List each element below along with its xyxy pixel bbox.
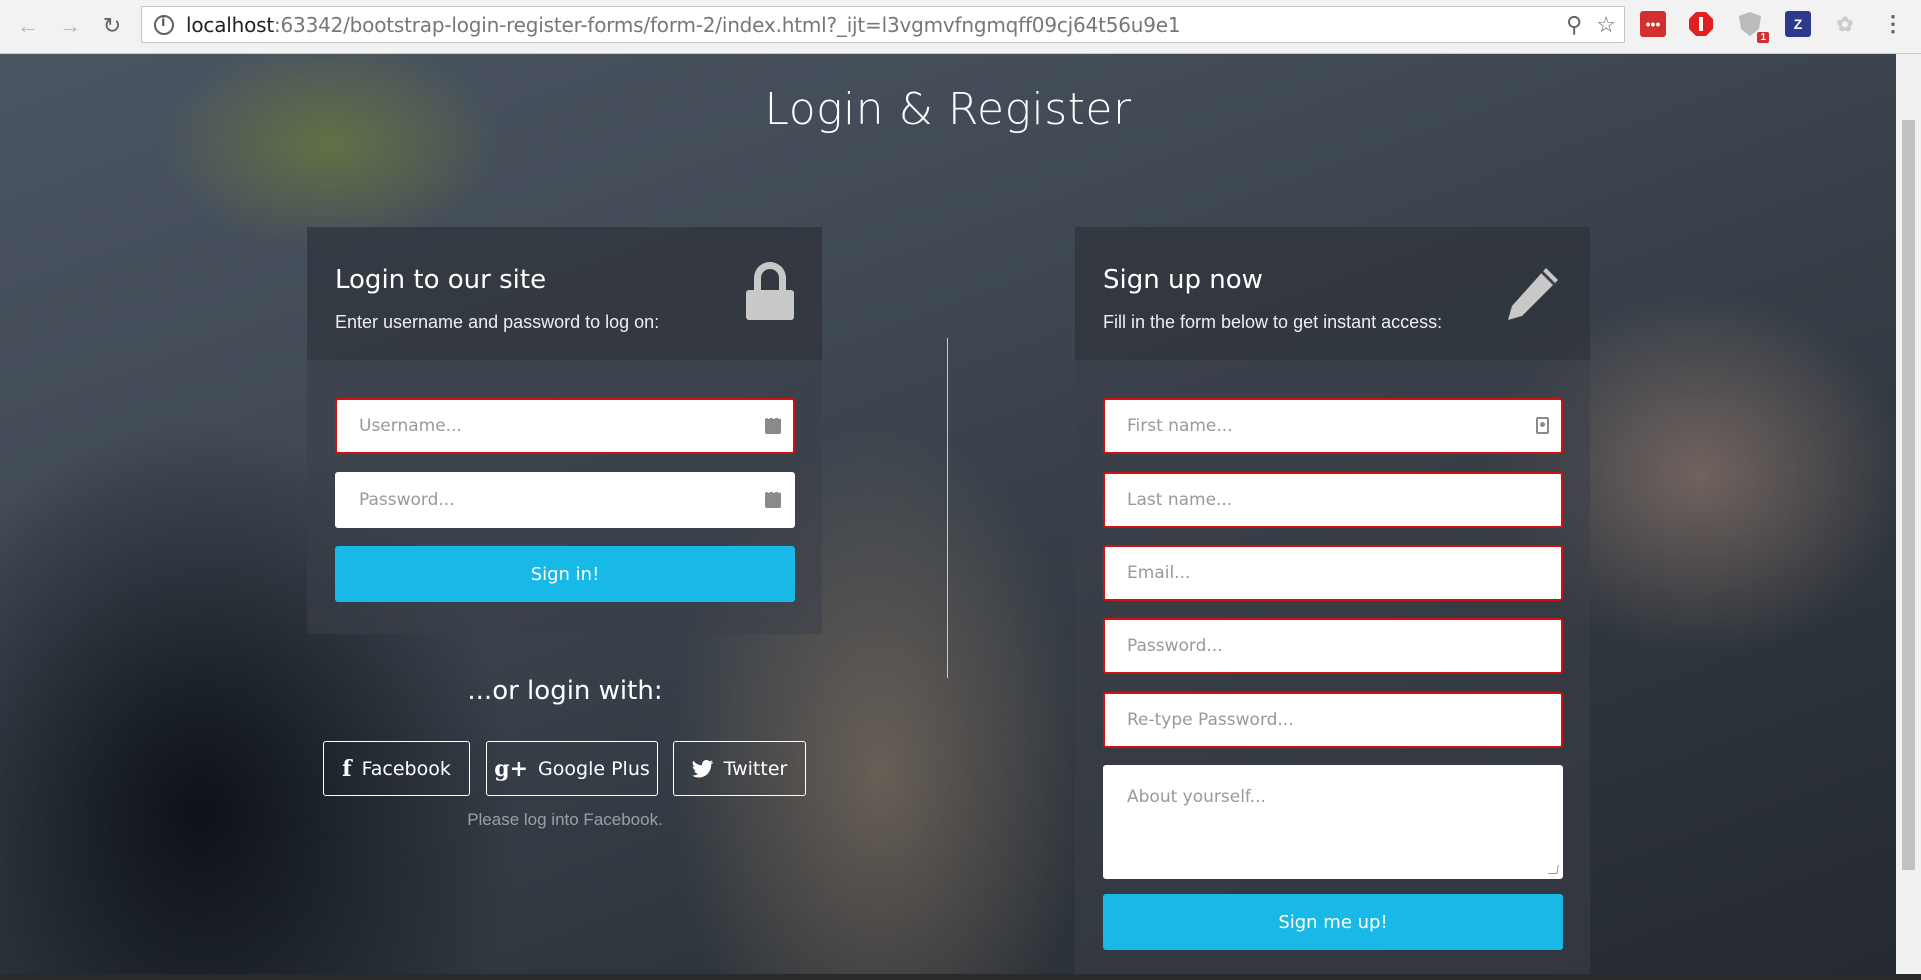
- page-title: Login & Register: [764, 84, 1132, 135]
- url-text[interactable]: localhost:63342/bootstrap-login-register…: [186, 12, 1181, 37]
- first-name-placeholder: First name...: [1127, 416, 1233, 436]
- google-plus-button[interactable]: g+ Google Plus: [486, 741, 658, 796]
- back-arrow-icon[interactable]: ←: [13, 11, 43, 41]
- retype-password-input[interactable]: Re-type Password...: [1103, 692, 1563, 748]
- lock-icon: [746, 262, 794, 320]
- vertical-scrollbar[interactable]: [1896, 54, 1921, 974]
- login-title: Login to our site: [335, 265, 547, 295]
- url-path: :63342/bootstrap-login-register-forms/fo…: [273, 12, 1181, 37]
- login-subtitle: Enter username and password to log on:: [335, 312, 660, 332]
- facebook-label: Facebook: [361, 757, 451, 780]
- page-background: Login & Register Login to our site Enter…: [0, 54, 1896, 974]
- browser-toolbar: ← → ↻ localhost:63342/bootstrap-login-re…: [0, 0, 1921, 54]
- facebook-button[interactable]: f Facebook: [323, 741, 470, 796]
- signup-password-placeholder: Password...: [1127, 636, 1223, 656]
- signup-panel-header: Sign up now Fill in the form below to ge…: [1075, 227, 1590, 360]
- facebook-icon: f: [342, 755, 352, 782]
- bottom-edge: [0, 974, 1921, 980]
- site-info-icon[interactable]: [154, 14, 174, 35]
- sign-in-button[interactable]: Sign in!: [335, 546, 795, 602]
- bookmark-star-icon[interactable]: ☆: [1596, 12, 1616, 38]
- twitter-button[interactable]: Twitter: [673, 741, 806, 796]
- last-name-input[interactable]: Last name...: [1103, 472, 1563, 528]
- contact-card-icon[interactable]: [1536, 417, 1549, 434]
- sign-up-button[interactable]: Sign me up!: [1103, 894, 1563, 950]
- browser-menu-icon[interactable]: ⋮: [1880, 11, 1906, 37]
- facebook-status-note: Please log into Facebook.: [467, 810, 663, 829]
- address-bar[interactable]: localhost:63342/bootstrap-login-register…: [141, 6, 1625, 43]
- forward-arrow-icon[interactable]: →: [55, 11, 85, 41]
- email-input[interactable]: Email...: [1103, 545, 1563, 601]
- signup-subtitle: Fill in the form below to get instant ac…: [1103, 312, 1443, 332]
- zoom-icon[interactable]: ⚲: [1566, 12, 1582, 38]
- retype-password-placeholder: Re-type Password...: [1127, 710, 1294, 730]
- adblock-extension-icon[interactable]: [1688, 11, 1714, 37]
- about-yourself-textarea[interactable]: About yourself...: [1103, 765, 1563, 879]
- extension-swirl-icon[interactable]: ✿: [1832, 11, 1858, 37]
- url-host: localhost: [186, 12, 274, 37]
- about-placeholder: About yourself...: [1127, 787, 1266, 807]
- social-login-heading: ...or login with:: [467, 676, 663, 706]
- extension-badge: 1: [1757, 32, 1769, 43]
- login-password-input[interactable]: Password...: [335, 472, 795, 528]
- reload-icon[interactable]: ↻: [97, 11, 127, 41]
- signup-password-input[interactable]: Password...: [1103, 618, 1563, 674]
- lastpass-extension-icon[interactable]: •••: [1640, 11, 1666, 37]
- scrollbar-thumb[interactable]: [1902, 120, 1915, 870]
- password-manager-icon[interactable]: [765, 414, 782, 434]
- pencil-icon: [1502, 264, 1562, 324]
- email-placeholder: Email...: [1127, 563, 1191, 583]
- twitter-label: Twitter: [723, 757, 788, 780]
- password-manager-icon[interactable]: [765, 488, 782, 508]
- resize-handle-icon[interactable]: [1548, 865, 1559, 874]
- last-name-placeholder: Last name...: [1127, 490, 1233, 510]
- shield-extension-icon[interactable]: 1: [1737, 11, 1769, 43]
- signup-title: Sign up now: [1103, 265, 1263, 295]
- google-plus-label: Google Plus: [538, 757, 650, 780]
- column-divider: [947, 338, 948, 678]
- zotero-extension-icon[interactable]: Z: [1785, 11, 1811, 37]
- username-placeholder: Username...: [359, 416, 462, 436]
- login-panel-header: Login to our site Enter username and pas…: [307, 227, 822, 360]
- twitter-icon: [691, 759, 713, 777]
- login-password-placeholder: Password...: [359, 490, 455, 510]
- google-plus-icon: g+: [494, 755, 529, 782]
- first-name-input[interactable]: First name...: [1103, 398, 1563, 454]
- username-input[interactable]: Username...: [335, 398, 795, 454]
